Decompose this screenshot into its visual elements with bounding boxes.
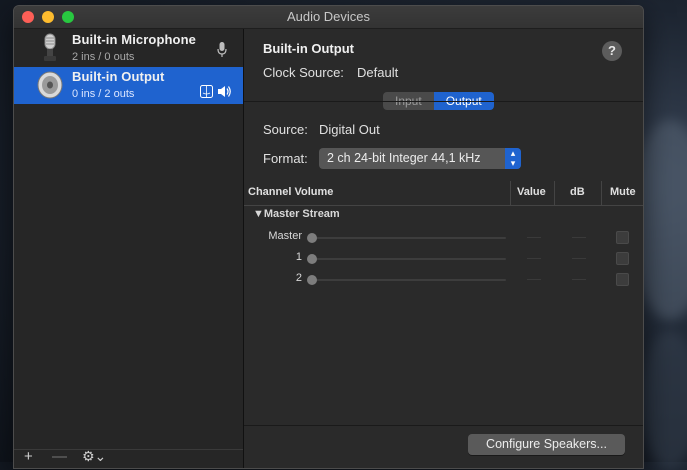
mute-checkbox[interactable] — [616, 273, 629, 286]
remove-device-button[interactable]: — — [52, 448, 67, 465]
mute-checkbox[interactable] — [616, 231, 629, 244]
desktop-background-shade — [640, 330, 687, 470]
clock-source-label: Clock Source: — [263, 65, 344, 80]
speaker-icon — [36, 70, 64, 100]
value-placeholder — [527, 237, 541, 238]
configure-speakers-button[interactable]: Configure Speakers... — [468, 434, 625, 455]
volume-slider-knob[interactable] — [307, 275, 317, 285]
volume-slider-track — [312, 279, 506, 281]
source-value: Digital Out — [319, 122, 380, 137]
mute-checkbox[interactable] — [616, 252, 629, 265]
column-db: dB — [570, 186, 585, 198]
device-name: Built-in Output — [72, 69, 165, 84]
device-list: Built-in Microphone 2 ins / 0 outs Built… — [14, 29, 244, 468]
microphone-icon — [36, 33, 64, 63]
db-placeholder — [572, 258, 586, 259]
channel-label: Master — [268, 230, 302, 242]
title-bar: Audio Devices — [14, 6, 643, 29]
device-title: Built-in Output — [263, 41, 354, 56]
source-label: Source: — [263, 122, 308, 137]
chevron-updown-icon: ▴ ▾ — [505, 148, 521, 169]
device-name: Built-in Microphone — [72, 32, 196, 47]
column-mute: Mute — [610, 186, 636, 198]
sidebar-footer: + — ⚙⌄ — [14, 448, 243, 468]
column-channel-volume: Channel Volume — [248, 186, 334, 198]
db-placeholder — [572, 237, 586, 238]
output-speaker-icon — [217, 85, 232, 103]
device-item-built-in-microphone[interactable]: Built-in Microphone 2 ins / 0 outs — [14, 30, 243, 67]
column-separator — [510, 181, 511, 205]
volume-slider-track — [312, 258, 506, 260]
master-stream-group[interactable]: ▼Master Stream — [253, 208, 340, 220]
add-device-button[interactable]: + — [24, 448, 33, 465]
device-io: 0 ins / 2 outs — [72, 88, 135, 100]
format-value: 2 ch 24-bit Integer 44,1 kHz — [327, 151, 481, 165]
channel-label: 1 — [295, 251, 302, 263]
device-detail-panel: Built-in Output ? Clock Source: Default … — [244, 29, 643, 468]
gear-menu-button[interactable]: ⚙⌄ — [82, 448, 106, 465]
column-separator — [554, 181, 555, 205]
clock-source-value: Default — [357, 65, 399, 80]
format-select[interactable]: 2 ch 24-bit Integer 44,1 kHz ▴ ▾ — [319, 148, 521, 169]
volume-slider-knob[interactable] — [307, 254, 317, 264]
help-button[interactable]: ? — [602, 41, 622, 61]
window-title: Audio Devices — [286, 9, 371, 24]
disclosure-triangle-icon: ▼ — [253, 208, 264, 220]
volume-slider-track — [312, 237, 506, 239]
volume-slider-knob[interactable] — [307, 233, 317, 243]
value-placeholder — [527, 279, 541, 280]
device-io: 2 ins / 0 outs — [72, 51, 135, 63]
divider — [244, 101, 643, 102]
channel-label: 2 — [295, 272, 302, 284]
input-microphone-icon — [217, 42, 227, 63]
channel-table-header: Channel Volume Value dB Mute — [244, 181, 643, 206]
column-separator — [601, 181, 602, 205]
audio-devices-window: Audio Devices Built-in Microphone 2 ins … — [13, 5, 644, 469]
value-placeholder — [527, 258, 541, 259]
finder-icon — [200, 85, 213, 103]
device-item-built-in-output[interactable]: Built-in Output 0 ins / 2 outs — [14, 67, 243, 104]
db-placeholder — [572, 279, 586, 280]
stream-label: Master Stream — [263, 208, 340, 220]
column-value: Value — [517, 186, 546, 198]
format-label: Format: — [263, 151, 308, 166]
